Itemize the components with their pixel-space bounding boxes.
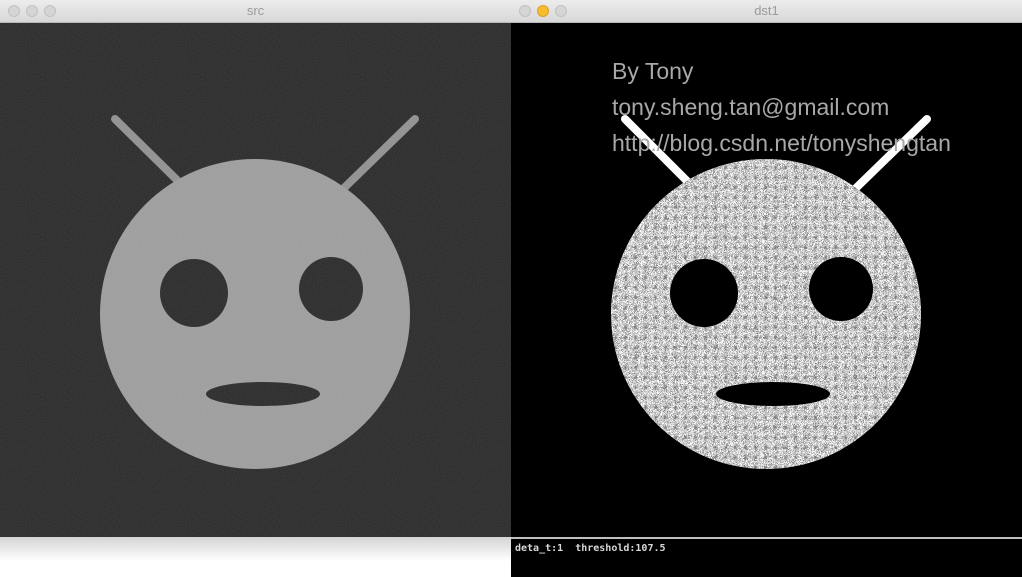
minimize-icon[interactable] — [26, 5, 38, 17]
dst1-window-title: dst1 — [754, 3, 779, 18]
status-bar: deta_t:1 threshold:107.5 — [511, 537, 1022, 577]
zoom-icon[interactable] — [555, 5, 567, 17]
src-window-title: src — [246, 3, 265, 18]
dst1-window-controls — [519, 5, 573, 17]
watermark-line-author: By Tony — [612, 58, 694, 84]
watermark-line-email: tony.sheng.tan@gmail.com — [612, 94, 890, 120]
zoom-icon[interactable] — [44, 5, 56, 17]
status-text: deta_t:1 threshold:107.5 — [515, 543, 666, 554]
src-window-controls — [8, 5, 62, 17]
watermark-text: By Tony tony.sheng.tan@gmail.com http://… — [612, 53, 951, 161]
src-image — [0, 23, 511, 537]
minimize-icon[interactable] — [537, 5, 549, 17]
watermark-line-url: http://blog.csdn.net/tonyshengtan — [612, 130, 951, 156]
close-icon[interactable] — [8, 5, 20, 17]
src-noise — [0, 23, 511, 537]
dst1-titlebar[interactable]: dst1 — [511, 0, 1022, 23]
close-icon[interactable] — [519, 5, 531, 17]
dst1-image: By Tony tony.sheng.tan@gmail.com http://… — [511, 23, 1022, 537]
dst1-window: dst1 By Tony tony.sheng.tan@gmail.com ht… — [511, 0, 1022, 537]
src-titlebar[interactable]: src — [0, 0, 511, 23]
src-window: src — [0, 0, 511, 537]
src-window-shadow — [0, 537, 511, 577]
